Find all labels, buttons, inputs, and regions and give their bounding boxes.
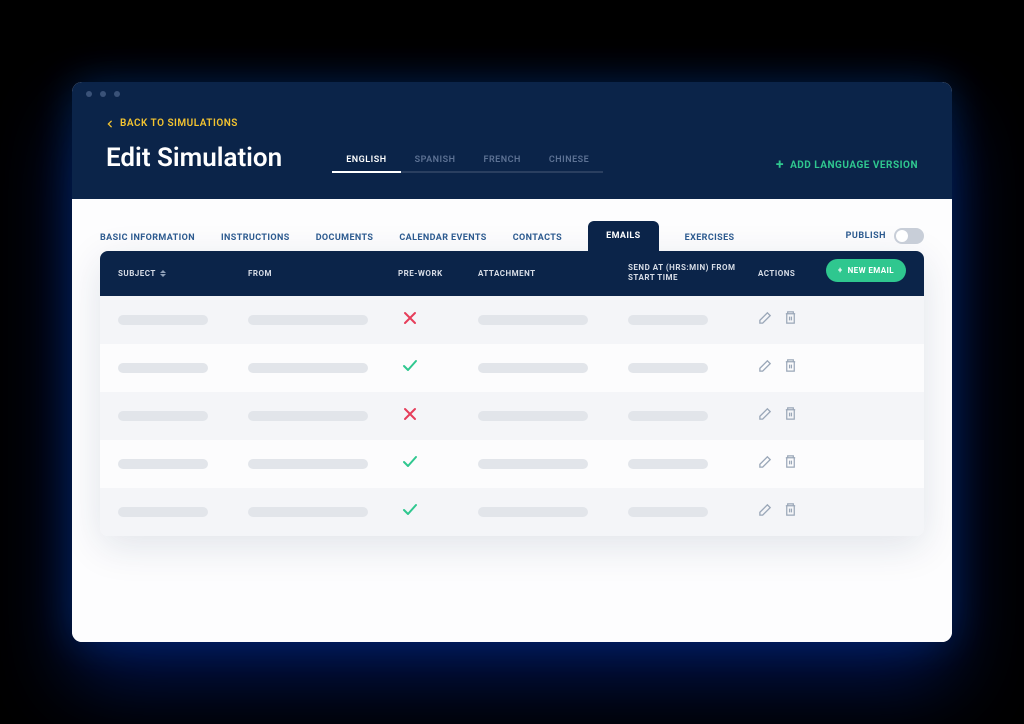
skeleton-text (628, 363, 708, 373)
page-header: Back to Simulations Edit Simulation Engl… (72, 106, 952, 199)
window-dot (114, 91, 120, 97)
skeleton-text (478, 315, 588, 325)
tab-basic-information[interactable]: Basic Information (100, 225, 195, 251)
edit-button[interactable] (758, 358, 773, 377)
tab-calendar-events[interactable]: Calendar Events (399, 225, 486, 251)
skeleton-text (118, 507, 208, 517)
delete-button[interactable] (783, 358, 798, 377)
column-subject[interactable]: Subject (118, 269, 248, 278)
column-actions: Actions (758, 269, 828, 278)
add-language-label: Add Language Version (790, 160, 918, 171)
edit-button[interactable] (758, 310, 773, 329)
skeleton-text (478, 507, 588, 517)
skeleton-text (248, 363, 368, 373)
skeleton-text (118, 411, 208, 421)
skeleton-text (628, 459, 708, 469)
check-icon (402, 454, 418, 474)
tab-instructions[interactable]: Instructions (221, 225, 290, 251)
table-row (100, 296, 924, 344)
table-row (100, 344, 924, 392)
edit-button[interactable] (758, 406, 773, 425)
tab-exercises[interactable]: Exercises (685, 225, 735, 251)
column-from[interactable]: From (248, 269, 398, 278)
tab-emails[interactable]: Emails (588, 221, 659, 251)
check-icon (402, 358, 418, 378)
window-titlebar (72, 82, 952, 106)
skeleton-text (628, 411, 708, 421)
publish-control: Publish (846, 228, 924, 244)
tab-documents[interactable]: Documents (316, 225, 374, 251)
plus-icon: + (838, 266, 843, 275)
skeleton-text (248, 411, 368, 421)
language-tab-spanish[interactable]: Spanish (401, 149, 470, 173)
table-row (100, 392, 924, 440)
delete-button[interactable] (783, 406, 798, 425)
skeleton-text (118, 363, 208, 373)
x-icon (402, 310, 418, 330)
language-tab-french[interactable]: French (470, 149, 535, 173)
window-dot (100, 91, 106, 97)
language-tab-chinese[interactable]: Chinese (535, 149, 603, 173)
skeleton-text (478, 459, 588, 469)
plus-icon: + (776, 157, 784, 173)
column-subject-label: Subject (118, 269, 156, 278)
skeleton-text (248, 507, 368, 517)
skeleton-text (478, 363, 588, 373)
tab-contacts[interactable]: Contacts (513, 225, 562, 251)
sort-icon (160, 270, 166, 277)
skeleton-text (628, 507, 708, 517)
check-icon (402, 502, 418, 522)
section-tabs: Basic Information Instructions Documents Ca… (100, 199, 924, 251)
skeleton-text (118, 315, 208, 325)
back-link[interactable]: Back to Simulations (106, 118, 918, 129)
table-row (100, 488, 924, 536)
edit-button[interactable] (758, 454, 773, 473)
skeleton-text (628, 315, 708, 325)
back-link-label: Back to Simulations (120, 118, 238, 129)
new-email-label: New Email (848, 266, 894, 275)
skeleton-text (478, 411, 588, 421)
content-area: Basic Information Instructions Documents Ca… (72, 199, 952, 642)
publish-toggle[interactable] (894, 228, 924, 244)
chevron-left-icon (106, 120, 114, 128)
edit-button[interactable] (758, 502, 773, 521)
skeleton-text (118, 459, 208, 469)
publish-label: Publish (846, 231, 886, 241)
column-attachment[interactable]: Attachment (478, 269, 628, 278)
window-dot (86, 91, 92, 97)
language-tabs: EnglishSpanishFrenchChinese (332, 149, 603, 173)
page-title: Edit Simulation (106, 143, 282, 173)
delete-button[interactable] (783, 310, 798, 329)
x-icon (402, 406, 418, 426)
new-email-button[interactable]: + New Email (826, 259, 906, 282)
column-prework[interactable]: Pre-Work (398, 269, 478, 278)
app-window: Back to Simulations Edit Simulation Engl… (72, 82, 952, 642)
delete-button[interactable] (783, 454, 798, 473)
skeleton-text (248, 459, 368, 469)
language-tab-english[interactable]: English (332, 149, 400, 173)
emails-table: Subject From Pre-Work Attachment Send at… (100, 251, 924, 536)
skeleton-text (248, 315, 368, 325)
table-body (100, 296, 924, 536)
delete-button[interactable] (783, 502, 798, 521)
table-header: Subject From Pre-Work Attachment Send at… (100, 251, 924, 296)
column-send[interactable]: Send at (Hrs:Min) From Start Time (628, 263, 758, 284)
table-row (100, 440, 924, 488)
add-language-button[interactable]: + Add Language Version (776, 157, 918, 173)
